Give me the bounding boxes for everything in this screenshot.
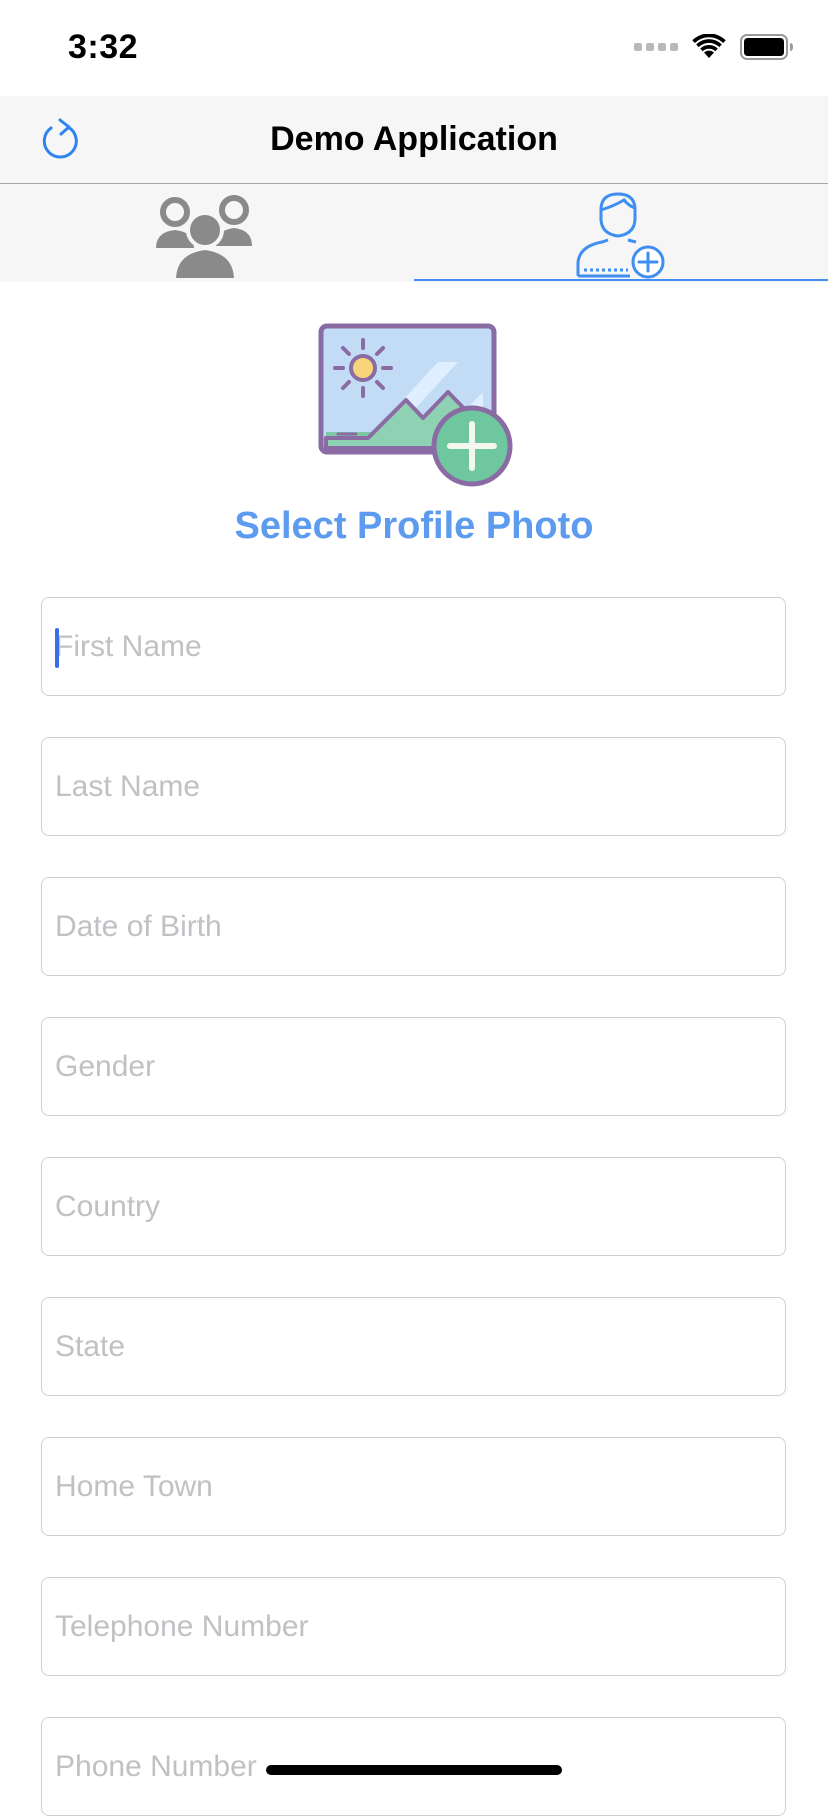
last-name-field[interactable] [55, 738, 770, 835]
first-name-field[interactable] [55, 598, 770, 695]
tab-contacts[interactable] [0, 184, 414, 282]
navigation-bar: Demo Application [0, 96, 828, 184]
status-time: 3:32 [68, 28, 139, 66]
country-field[interactable] [55, 1158, 770, 1255]
telephone-number-field[interactable] [55, 1578, 770, 1675]
last-name-field-container [41, 737, 786, 836]
gender-field[interactable] [55, 1018, 770, 1115]
tab-bar [0, 184, 828, 282]
state-field-container [41, 1297, 786, 1396]
date-of-birth-field[interactable] [55, 878, 770, 975]
home-indicator[interactable] [266, 1765, 562, 1775]
wifi-icon [692, 34, 726, 58]
contacts-icon [156, 195, 252, 280]
page-title: Demo Application [270, 120, 558, 158]
tab-add-contact[interactable] [414, 184, 828, 282]
date-of-birth-field-container [41, 877, 786, 976]
telephone-number-field-container [41, 1577, 786, 1676]
text-cursor [55, 628, 59, 668]
battery-icon [740, 34, 793, 60]
home-town-field-container [41, 1437, 786, 1536]
gender-field-container [41, 1017, 786, 1116]
country-field-container [41, 1157, 786, 1256]
add-photo-icon[interactable] [318, 322, 516, 490]
state-field[interactable] [55, 1298, 770, 1395]
add-user-icon [576, 192, 665, 279]
cellular-signal-icon [634, 43, 678, 51]
tab-selection-indicator [414, 279, 828, 281]
status-icons [634, 34, 794, 60]
first-name-field-container [41, 597, 786, 696]
home-town-field[interactable] [55, 1438, 770, 1535]
status-bar: 3:32 [0, 0, 828, 96]
select-profile-photo-button[interactable]: Select Profile Photo [0, 505, 828, 548]
